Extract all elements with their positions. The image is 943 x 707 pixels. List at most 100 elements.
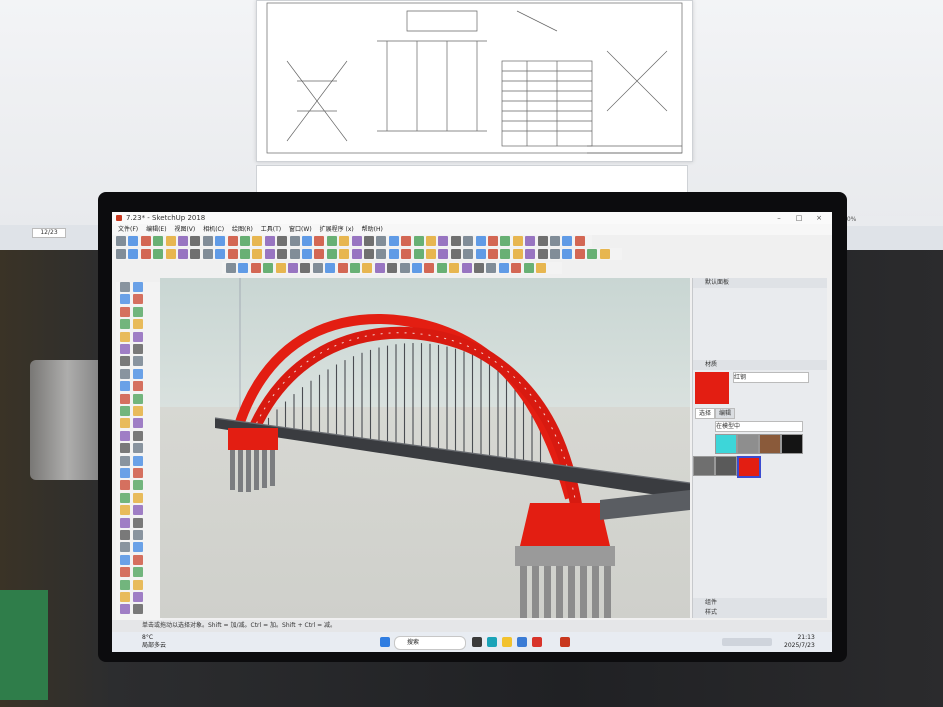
toolbar-tool-icon[interactable]	[511, 263, 522, 273]
material-swatch[interactable]	[737, 434, 759, 454]
menu-view[interactable]: 视图(V)	[174, 224, 195, 235]
toolbar-tool-icon[interactable]	[314, 236, 325, 246]
large-tool-icon[interactable]	[133, 331, 143, 342]
toolbar-tool-icon[interactable]	[426, 249, 436, 259]
toolbar-tool-icon[interactable]	[498, 263, 509, 273]
toolbar-tool-icon[interactable]	[512, 236, 523, 246]
large-tool-icon[interactable]	[133, 356, 143, 367]
toolbar-tool-icon[interactable]	[449, 263, 460, 273]
toolbar-tool-icon[interactable]	[399, 263, 410, 273]
toolbar-tool-icon[interactable]	[289, 236, 300, 246]
toolbar-tool-icon[interactable]	[140, 236, 151, 246]
toolbar-tool-icon[interactable]	[326, 236, 337, 246]
toolbar-tool-icon[interactable]	[288, 263, 298, 273]
taskbar-search[interactable]: 搜索	[394, 636, 466, 650]
large-tool-icon[interactable]	[133, 604, 143, 615]
large-tool-icon[interactable]	[133, 567, 143, 578]
weather-widget[interactable]: 8°C 局部多云	[142, 634, 166, 650]
material-swatch[interactable]	[715, 456, 737, 476]
large-tool-icon[interactable]	[133, 554, 143, 565]
large-tool-icon[interactable]	[120, 530, 130, 540]
toolbar-tool-icon[interactable]	[450, 249, 461, 259]
large-tool-icon[interactable]	[120, 579, 130, 590]
styles-section[interactable]: 样式	[693, 608, 827, 618]
large-tool-icon[interactable]	[120, 567, 130, 578]
toolbar-tool-icon[interactable]	[376, 236, 387, 246]
toolbar-tool-icon[interactable]	[252, 236, 263, 246]
toolbar-tool-icon[interactable]	[436, 263, 447, 273]
toolbar-tool-icon[interactable]	[339, 249, 350, 259]
toolbar-tool-icon[interactable]	[226, 263, 236, 273]
toolbar-tool-icon[interactable]	[376, 249, 387, 259]
toolbar-tool-icon[interactable]	[140, 249, 151, 259]
tray-system-icons[interactable]	[722, 638, 772, 646]
large-tool-icon[interactable]	[120, 592, 130, 602]
large-tool-icon[interactable]	[120, 480, 130, 491]
material-swatch[interactable]	[737, 456, 761, 478]
toolbar-tool-icon[interactable]	[314, 249, 325, 259]
toolbar-tool-icon[interactable]	[525, 236, 536, 246]
large-tool-icon[interactable]	[120, 344, 130, 354]
toolbar-tool-icon[interactable]	[351, 236, 362, 246]
toolbar-tool-icon[interactable]	[325, 263, 336, 273]
large-tool-icon[interactable]	[133, 480, 143, 491]
large-tool-icon[interactable]	[133, 492, 143, 503]
large-tool-icon[interactable]	[120, 306, 130, 317]
large-tool-icon[interactable]	[133, 443, 143, 454]
toolbar-tool-icon[interactable]	[178, 236, 188, 246]
toolbar-tool-icon[interactable]	[401, 249, 412, 259]
toolbar-tool-icon[interactable]	[537, 236, 548, 246]
toolbar-tool-icon[interactable]	[337, 263, 348, 273]
large-tool-icon[interactable]	[133, 381, 143, 392]
large-tool-icon[interactable]	[120, 319, 130, 330]
wps-icon[interactable]	[532, 637, 542, 647]
large-tool-icon[interactable]	[133, 542, 143, 553]
tray-tab-select[interactable]: 选择	[695, 408, 715, 419]
toolbar-tool-icon[interactable]	[202, 236, 213, 246]
large-tool-icon[interactable]	[120, 356, 130, 367]
toolbar-tool-icon[interactable]	[536, 263, 546, 273]
toolbar-tool-icon[interactable]	[550, 236, 560, 246]
large-tool-icon[interactable]	[133, 505, 143, 516]
large-tool-icon[interactable]	[133, 592, 143, 602]
large-tool-icon[interactable]	[133, 368, 143, 379]
file-explorer-icon[interactable]	[502, 637, 512, 647]
start-button-icon[interactable]	[380, 637, 390, 647]
large-tool-icon[interactable]	[120, 455, 130, 466]
menu-camera[interactable]: 相机(C)	[203, 224, 224, 235]
toolbar-tool-icon[interactable]	[302, 249, 312, 259]
large-tool-icon[interactable]	[120, 406, 130, 416]
toolbar-tool-icon[interactable]	[450, 236, 461, 246]
toolbar-tool-icon[interactable]	[500, 249, 511, 259]
toolbar-tool-icon[interactable]	[350, 263, 360, 273]
toolbar-tool-icon[interactable]	[264, 236, 275, 246]
menu-extensions[interactable]: 扩展程序 (x)	[320, 224, 354, 235]
toolbar-tool-icon[interactable]	[339, 236, 350, 246]
toolbar-tool-icon[interactable]	[412, 263, 422, 273]
toolbar-tool-icon[interactable]	[413, 236, 424, 246]
toolbar-tool-icon[interactable]	[190, 249, 201, 259]
toolbar-tool-icon[interactable]	[153, 236, 164, 246]
toolbar-tool-icon[interactable]	[486, 263, 497, 273]
toolbar-tool-icon[interactable]	[165, 249, 176, 259]
edge-browser-icon[interactable]	[487, 637, 497, 647]
toolbar-tool-icon[interactable]	[523, 263, 534, 273]
toolbar-tool-icon[interactable]	[250, 263, 261, 273]
toolbar-tool-icon[interactable]	[300, 263, 311, 273]
toolbar-tool-icon[interactable]	[474, 263, 484, 273]
tray-tab-edit[interactable]: 编辑	[715, 408, 735, 419]
toolbar-tool-icon[interactable]	[364, 249, 374, 259]
close-button[interactable]: ×	[812, 212, 826, 224]
large-tool-icon[interactable]	[120, 492, 130, 503]
large-tool-icon[interactable]	[120, 554, 130, 565]
toolbar-tool-icon[interactable]	[463, 236, 474, 246]
toolbar-tool-icon[interactable]	[215, 249, 226, 259]
toolbar-tool-icon[interactable]	[413, 249, 424, 259]
maximize-button[interactable]: □	[792, 212, 806, 224]
toolbar-tool-icon[interactable]	[252, 249, 263, 259]
toolbar-tool-icon[interactable]	[574, 236, 585, 246]
toolbar-tool-icon[interactable]	[153, 249, 164, 259]
toolbar-tool-icon[interactable]	[537, 249, 548, 259]
material-swatch[interactable]	[781, 434, 803, 454]
large-tool-icon[interactable]	[133, 406, 143, 416]
